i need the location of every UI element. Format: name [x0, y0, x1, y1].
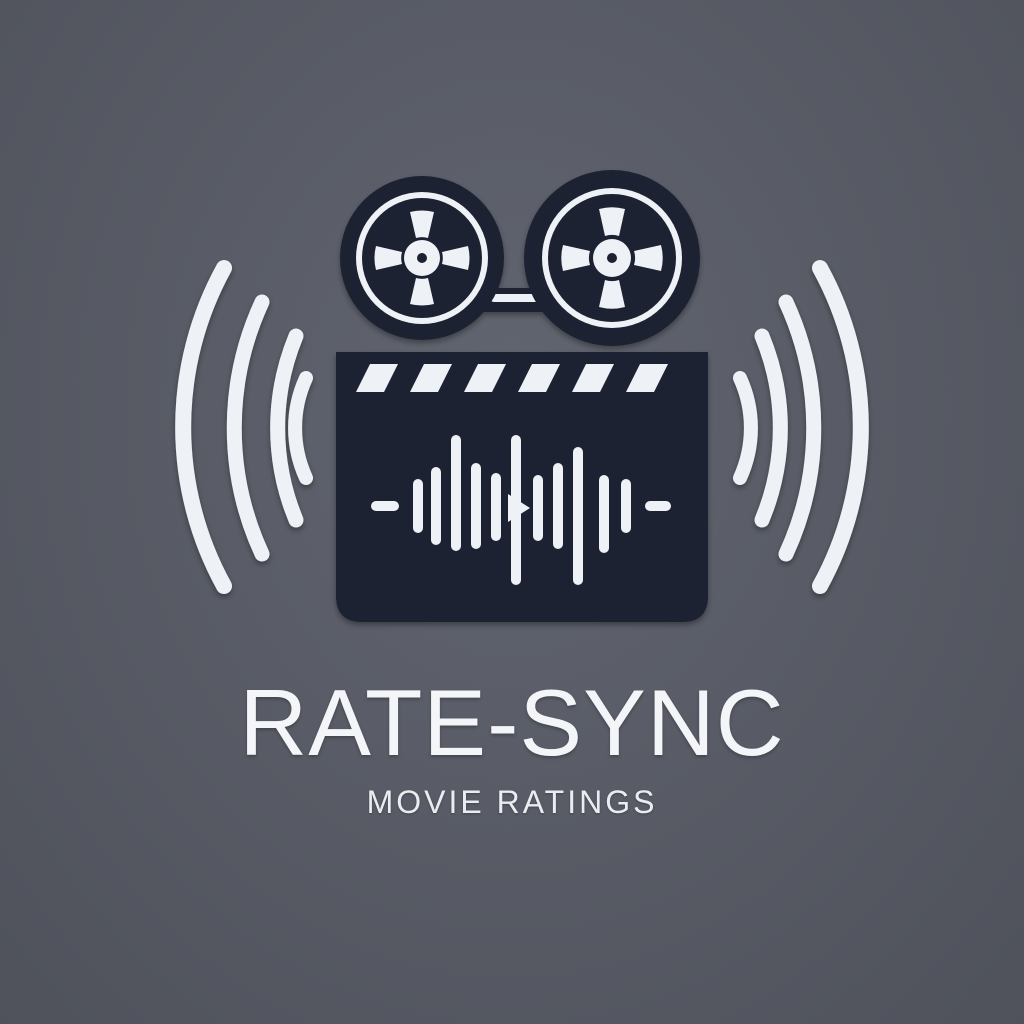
film-reels-icon — [340, 170, 700, 346]
left-sound-waves-icon — [175, 260, 313, 594]
brand-subtitle: MOVIE RATINGS — [366, 784, 658, 820]
brand-title: RATE-SYNC — [239, 670, 785, 775]
right-sound-waves-icon — [733, 260, 869, 594]
clapperboard-icon — [336, 352, 708, 622]
logo-graphic — [175, 170, 869, 622]
